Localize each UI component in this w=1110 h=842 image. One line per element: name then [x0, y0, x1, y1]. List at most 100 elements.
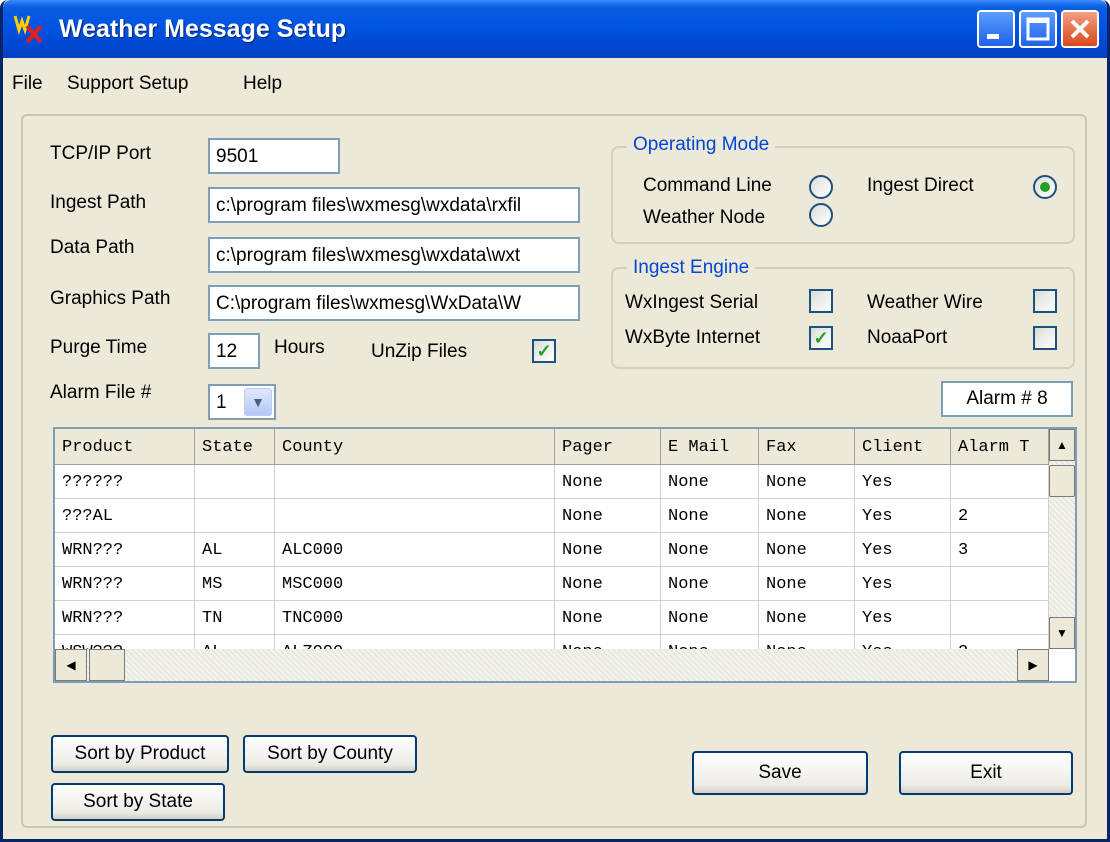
- table-cell[interactable]: WRN???: [55, 567, 195, 601]
- column-header-fax[interactable]: Fax: [759, 429, 855, 465]
- exit-button[interactable]: Exit: [899, 751, 1073, 795]
- table-cell[interactable]: [951, 601, 1049, 635]
- wxbyte-internet-checkbox[interactable]: ✓: [809, 326, 833, 350]
- table-cell[interactable]: None: [759, 465, 855, 499]
- table-cell[interactable]: ??????: [55, 465, 195, 499]
- table-cell[interactable]: None: [555, 533, 661, 567]
- menu-bar: File Support Setup Help: [3, 58, 1107, 104]
- weather-node-label: Weather Node: [643, 207, 766, 228]
- table-cell[interactable]: TN: [195, 601, 275, 635]
- noaaport-label: NoaaPort: [867, 327, 948, 348]
- weather-node-radio[interactable]: [809, 203, 833, 227]
- command-line-radio[interactable]: [809, 175, 833, 199]
- table-cell[interactable]: WRN???: [55, 533, 195, 567]
- wxingest-serial-checkbox[interactable]: [809, 289, 833, 313]
- column-header-county[interactable]: County: [275, 429, 555, 465]
- table-cell[interactable]: Yes: [855, 499, 951, 533]
- scroll-up-button[interactable]: ▲: [1049, 429, 1075, 461]
- table-cell[interactable]: None: [555, 567, 661, 601]
- table-cell[interactable]: [275, 499, 555, 533]
- table-cell[interactable]: None: [555, 601, 661, 635]
- table-cell[interactable]: 2: [951, 499, 1049, 533]
- column-header-product[interactable]: Product: [55, 429, 195, 465]
- alarm-file-select[interactable]: 1 ▼: [208, 384, 276, 420]
- tcp-port-input[interactable]: 9501: [208, 138, 340, 174]
- data-path-input[interactable]: c:\program files\wxmesg\wxdata\wxt: [208, 237, 580, 273]
- radio-selected-dot: [1040, 182, 1050, 192]
- alarm-table[interactable]: Product State County Pager E Mail Fax Cl…: [53, 427, 1077, 683]
- sort-by-product-button[interactable]: Sort by Product: [51, 735, 229, 773]
- tcp-port-label: TCP/IP Port: [50, 143, 152, 164]
- alarm-file-value: 1: [216, 392, 227, 413]
- table-cell[interactable]: None: [661, 567, 759, 601]
- table-cell[interactable]: None: [555, 499, 661, 533]
- ingest-path-input[interactable]: c:\program files\wxmesg\wxdata\rxfil: [208, 187, 580, 223]
- table-cell[interactable]: [195, 499, 275, 533]
- close-button[interactable]: [1061, 10, 1099, 48]
- graphics-path-label: Graphics Path: [50, 288, 171, 309]
- table-cell[interactable]: [951, 567, 1049, 601]
- table-cell[interactable]: WRN???: [55, 601, 195, 635]
- table-cell[interactable]: [951, 465, 1049, 499]
- title-bar[interactable]: Weather Message Setup: [3, 0, 1107, 58]
- horizontal-scroll-thumb[interactable]: [89, 649, 125, 681]
- table-cell[interactable]: None: [661, 601, 759, 635]
- scroll-left-button[interactable]: ◀: [55, 649, 87, 681]
- table-cell[interactable]: None: [759, 533, 855, 567]
- table-cell[interactable]: Yes: [855, 465, 951, 499]
- dropdown-button[interactable]: ▼: [244, 388, 272, 416]
- purge-time-input[interactable]: 12: [208, 333, 260, 369]
- scroll-right-button[interactable]: ▶: [1017, 649, 1049, 681]
- menu-support-setup[interactable]: Support Setup: [67, 73, 188, 95]
- minimize-button[interactable]: [977, 10, 1015, 48]
- ingest-engine-group: [611, 267, 1075, 369]
- table-cell[interactable]: 3: [951, 533, 1049, 567]
- table-cell[interactable]: None: [759, 567, 855, 601]
- alarm-file-label: Alarm File #: [50, 382, 152, 403]
- column-header-client[interactable]: Client: [855, 429, 951, 465]
- operating-mode-legend: Operating Mode: [627, 134, 776, 156]
- unzip-files-checkbox[interactable]: ✓: [532, 339, 556, 363]
- save-button[interactable]: Save: [692, 751, 868, 795]
- vertical-scroll-thumb[interactable]: [1049, 465, 1075, 497]
- maximize-icon: [1026, 17, 1050, 41]
- sort-by-county-button[interactable]: Sort by County: [243, 735, 417, 773]
- menu-file[interactable]: File: [12, 73, 43, 95]
- main-window: Weather Message Setup File Support Setup…: [0, 0, 1110, 842]
- column-header-pager[interactable]: Pager: [555, 429, 661, 465]
- table-cell[interactable]: None: [661, 465, 759, 499]
- table-cell[interactable]: AL: [195, 533, 275, 567]
- menu-help[interactable]: Help: [243, 73, 282, 95]
- table-cell[interactable]: [275, 465, 555, 499]
- ingest-path-label: Ingest Path: [50, 192, 147, 213]
- wxbyte-internet-label: WxByte Internet: [625, 327, 761, 348]
- sort-by-state-button[interactable]: Sort by State: [51, 783, 225, 821]
- table-cell[interactable]: ALC000: [275, 533, 555, 567]
- table-cell[interactable]: None: [661, 499, 759, 533]
- table-cell[interactable]: [195, 465, 275, 499]
- table-cell[interactable]: None: [555, 465, 661, 499]
- table-cell[interactable]: None: [661, 533, 759, 567]
- table-cell[interactable]: TNC000: [275, 601, 555, 635]
- table-cell[interactable]: MSC000: [275, 567, 555, 601]
- maximize-button[interactable]: [1019, 10, 1057, 48]
- table-cell[interactable]: MS: [195, 567, 275, 601]
- noaaport-checkbox[interactable]: [1033, 326, 1057, 350]
- scroll-down-button[interactable]: ▼: [1049, 617, 1075, 649]
- column-header-email[interactable]: E Mail: [661, 429, 759, 465]
- chevron-down-icon: ▼: [251, 394, 265, 410]
- column-header-state[interactable]: State: [195, 429, 275, 465]
- ingest-direct-radio[interactable]: [1033, 175, 1057, 199]
- table-cell[interactable]: None: [759, 601, 855, 635]
- table-cell[interactable]: Yes: [855, 567, 951, 601]
- table-cell[interactable]: Yes: [855, 533, 951, 567]
- horizontal-scrollbar[interactable]: ◀ ▶: [55, 649, 1049, 681]
- weather-wire-checkbox[interactable]: [1033, 289, 1057, 313]
- vertical-scrollbar[interactable]: ▲ ▼: [1049, 429, 1075, 649]
- table-cell[interactable]: Yes: [855, 601, 951, 635]
- graphics-path-input[interactable]: C:\program files\wxmesg\WxData\W: [208, 285, 580, 321]
- table-cell[interactable]: ???AL: [55, 499, 195, 533]
- column-header-alarm[interactable]: Alarm T: [951, 429, 1049, 465]
- table-cell[interactable]: None: [759, 499, 855, 533]
- arrow-right-icon: ▶: [1028, 658, 1038, 672]
